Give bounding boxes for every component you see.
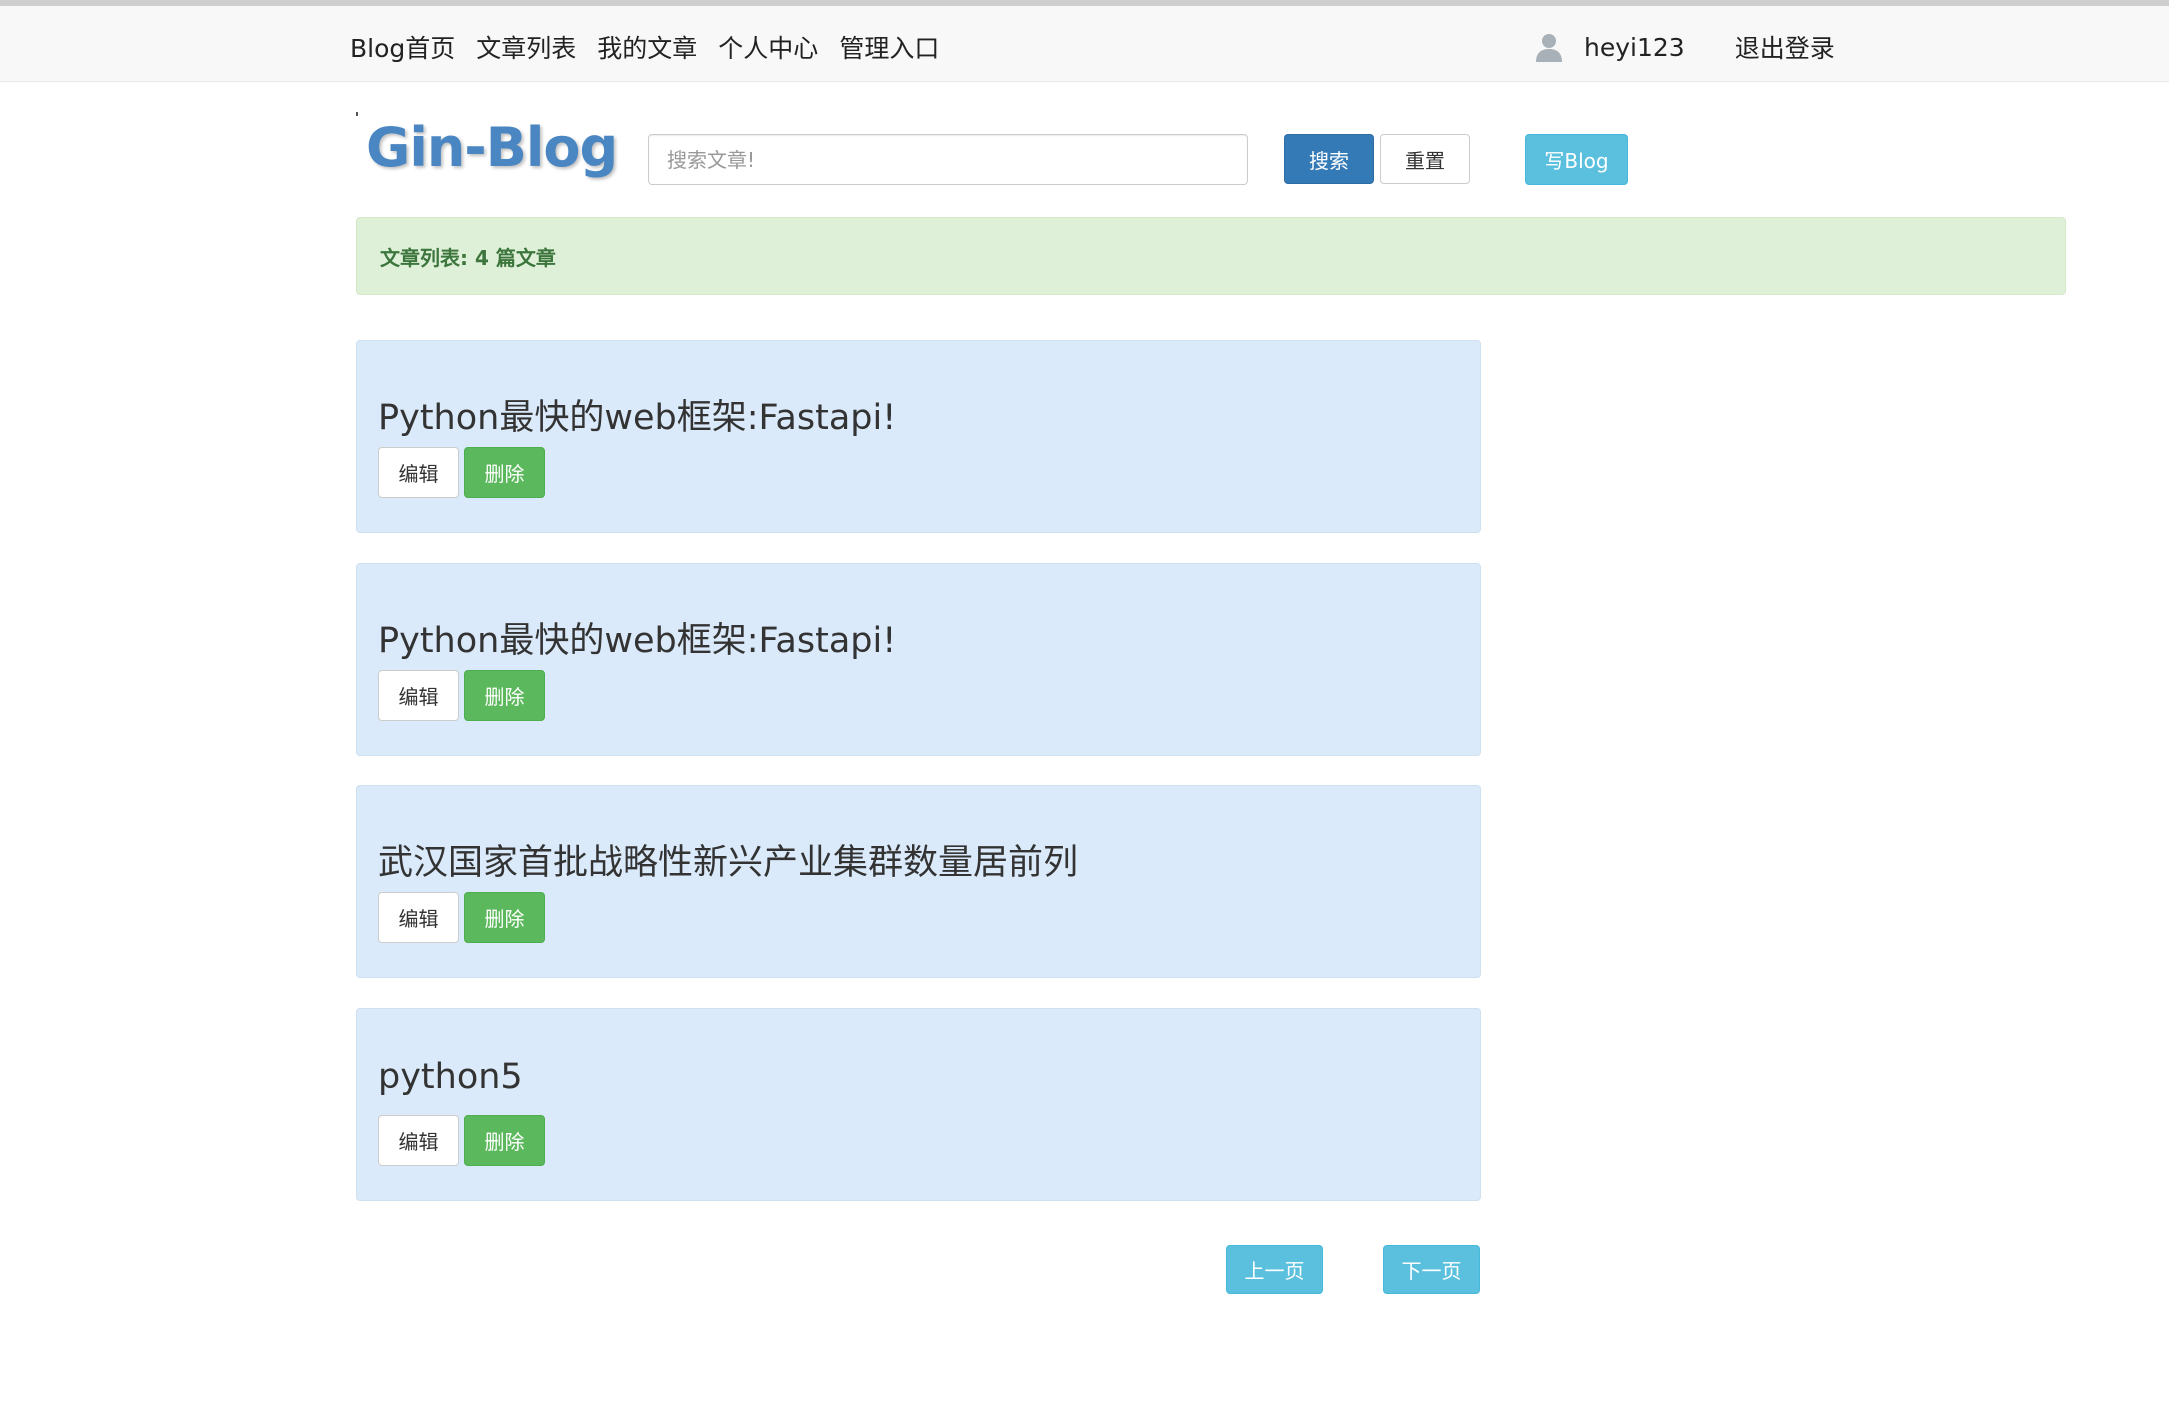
article-card: Python最快的web框架:Fastapi! 编辑 删除: [356, 563, 1481, 756]
user-icon: [1536, 34, 1562, 62]
logout-link[interactable]: 退出登录: [1735, 29, 1835, 65]
search-input[interactable]: [648, 134, 1248, 185]
article-card: Python最快的web框架:Fastapi! 编辑 删除: [356, 340, 1481, 533]
nav-link-admin[interactable]: 管理入口: [839, 29, 939, 65]
edit-button[interactable]: 编辑: [378, 892, 459, 943]
delete-button[interactable]: 删除: [464, 447, 545, 498]
decorative-mark: [356, 112, 358, 116]
nav-user-area: heyi123 退出登录: [1534, 6, 1835, 88]
reset-button[interactable]: 重置: [1380, 134, 1470, 184]
delete-button[interactable]: 删除: [464, 892, 545, 943]
delete-button[interactable]: 删除: [464, 1115, 545, 1166]
nav-link-blog-home[interactable]: Blog首页: [350, 29, 455, 65]
site-logo[interactable]: Gin-Blog: [366, 116, 618, 179]
article-card: 武汉国家首批战略性新兴产业集群数量居前列 编辑 删除: [356, 785, 1481, 978]
edit-button[interactable]: 编辑: [378, 1115, 459, 1166]
search-button[interactable]: 搜索: [1284, 134, 1374, 184]
edit-button[interactable]: 编辑: [378, 447, 459, 498]
article-title[interactable]: python5: [378, 1057, 523, 1097]
article-title[interactable]: Python最快的web框架:Fastapi!: [378, 612, 896, 663]
article-count-alert: 文章列表: 4 篇文章: [356, 217, 2066, 295]
username-link[interactable]: heyi123: [1584, 33, 1685, 62]
nav-link-article-list[interactable]: 文章列表: [476, 29, 576, 65]
nav-link-profile[interactable]: 个人中心: [718, 29, 818, 65]
nav-link-my-articles[interactable]: 我的文章: [597, 29, 697, 65]
delete-button[interactable]: 删除: [464, 670, 545, 721]
next-page-button[interactable]: 下一页: [1383, 1245, 1480, 1294]
article-title[interactable]: Python最快的web框架:Fastapi!: [378, 389, 896, 440]
article-count-text: 文章列表: 4 篇文章: [380, 245, 556, 270]
edit-button[interactable]: 编辑: [378, 670, 459, 721]
nav-links: Blog首页 文章列表 我的文章 个人中心 管理入口: [350, 6, 960, 88]
top-navbar: Blog首页 文章列表 我的文章 个人中心 管理入口 heyi123 退出登录: [0, 0, 2169, 82]
article-title[interactable]: 武汉国家首批战略性新兴产业集群数量居前列: [378, 834, 1078, 885]
article-card: python5 编辑 删除: [356, 1008, 1481, 1201]
prev-page-button[interactable]: 上一页: [1226, 1245, 1323, 1294]
write-blog-button[interactable]: 写Blog: [1525, 134, 1628, 185]
